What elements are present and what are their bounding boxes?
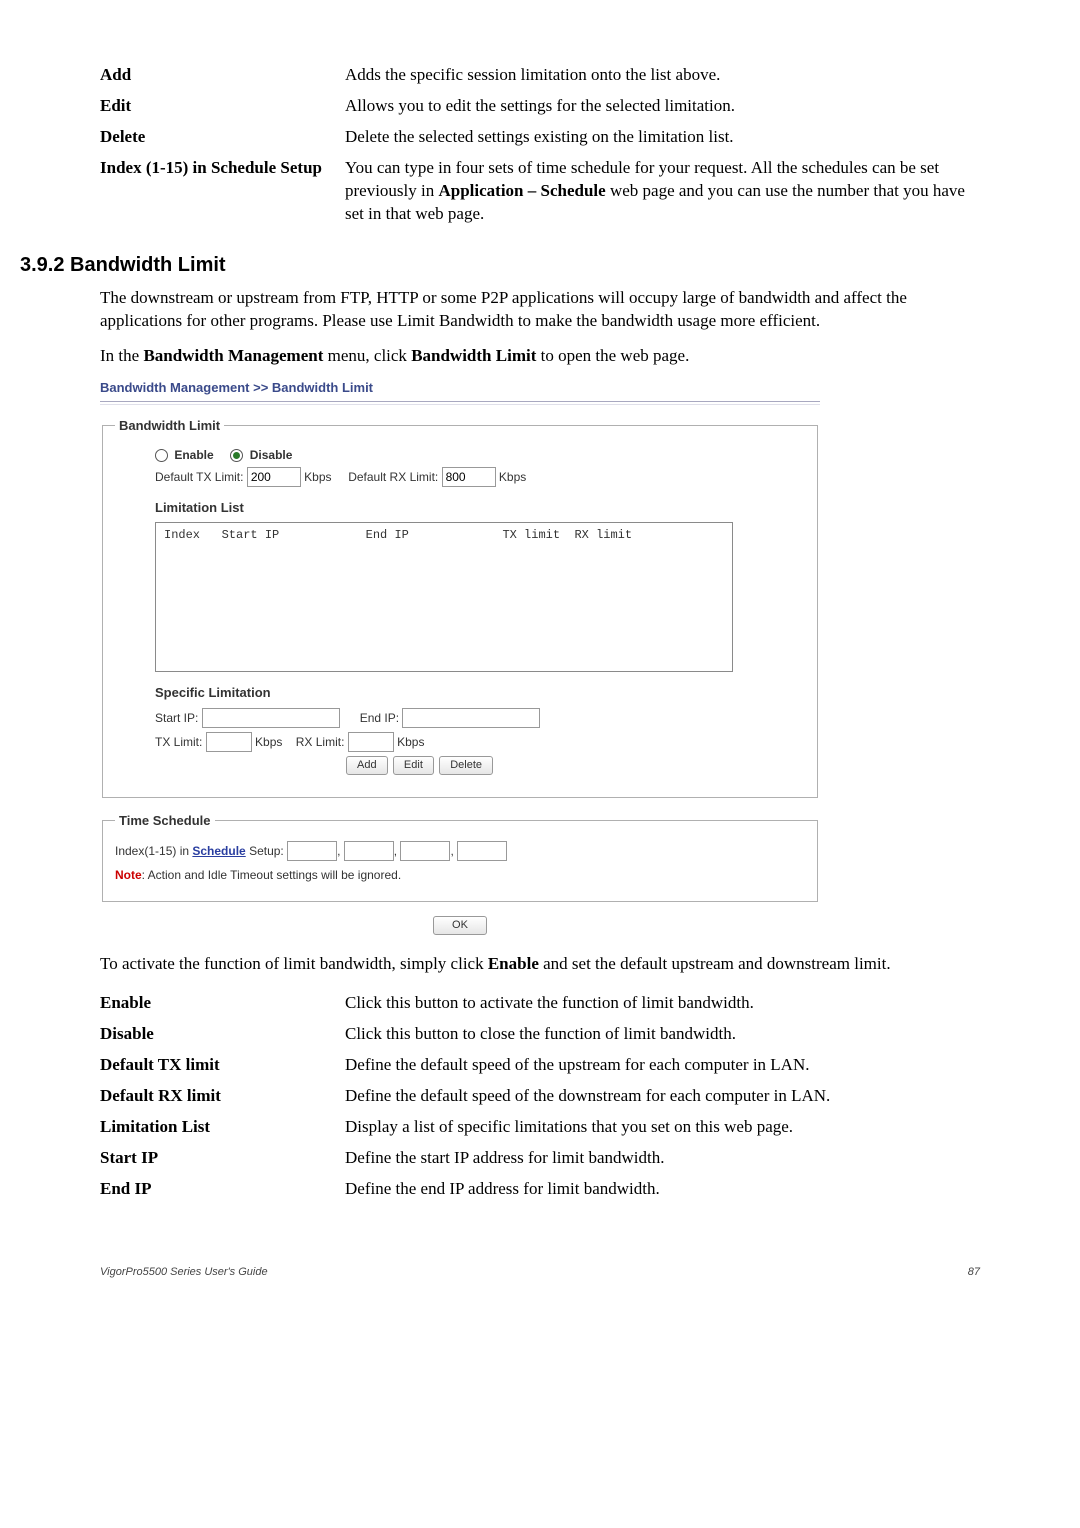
label-enable: Enable: [174, 448, 213, 462]
para-activate-a: To activate the function of limit bandwi…: [100, 954, 488, 973]
term-limitation-list: Limitation List: [100, 1112, 345, 1143]
para-activate-c: and set the default upstream and downstr…: [539, 954, 891, 973]
input-sched-3[interactable]: [400, 841, 450, 861]
input-tx-limit[interactable]: [206, 732, 252, 752]
legend-bandwidth-limit: Bandwidth Limit: [115, 417, 224, 435]
radio-disable[interactable]: [230, 449, 243, 462]
desc-default-tx: Define the default speed of the upstream…: [345, 1050, 980, 1081]
term-schedule: Index (1-15) in Schedule Setup: [100, 153, 345, 230]
para-open-a: In the: [100, 346, 143, 365]
row-enable-disable: Enable Disable: [155, 447, 805, 463]
term-start-ip: Start IP: [100, 1143, 345, 1174]
label-kbps-4: Kbps: [397, 735, 424, 749]
para-activate: To activate the function of limit bandwi…: [100, 953, 980, 976]
input-default-tx[interactable]: [247, 467, 301, 487]
desc-edit: Allows you to edit the settings for the …: [345, 91, 980, 122]
label-disable: Disable: [250, 448, 293, 462]
para-open-b: Bandwidth Management: [143, 346, 323, 365]
row-limits: TX Limit: Kbps RX Limit: Kbps: [155, 732, 805, 752]
para-open-c: menu, click: [323, 346, 411, 365]
para-activate-b: Enable: [488, 954, 539, 973]
note-label: Note: [115, 868, 142, 882]
term-add: Add: [100, 60, 345, 91]
input-sched-2[interactable]: [344, 841, 394, 861]
screenshot: Bandwidth Management >> Bandwidth Limit …: [100, 379, 820, 935]
label-kbps-3: Kbps: [255, 735, 282, 749]
desc-schedule: You can type in four sets of time schedu…: [345, 153, 980, 230]
footer: VigorPro5500 Series User's Guide 87: [100, 1265, 980, 1280]
label-sched-a: Index(1-15) in: [115, 844, 192, 858]
label-default-rx: Default RX Limit:: [348, 470, 438, 484]
term-delete: Delete: [100, 122, 345, 153]
desc-disable: Click this button to close the function …: [345, 1019, 980, 1050]
label-end-ip: End IP:: [360, 711, 399, 725]
para-open-d: Bandwidth Limit: [411, 346, 536, 365]
row-defaults: Default TX Limit: Kbps Default RX Limit:…: [155, 467, 805, 487]
row-ip: Start IP: End IP:: [155, 708, 805, 728]
label-tx-limit: TX Limit:: [155, 735, 202, 749]
scr-divider: [100, 401, 820, 405]
desc-limitation-list: Display a list of specific limitations t…: [345, 1112, 980, 1143]
input-rx-limit[interactable]: [348, 732, 394, 752]
desc-end-ip: Define the end IP address for limit band…: [345, 1174, 980, 1205]
label-limitation-list: Limitation List: [155, 499, 805, 517]
add-button[interactable]: Add: [346, 756, 388, 775]
desc-add: Adds the specific session limitation ont…: [345, 60, 980, 91]
schedule-link[interactable]: Schedule: [192, 844, 245, 858]
input-start-ip[interactable]: [202, 708, 340, 728]
label-kbps-2: Kbps: [499, 470, 526, 484]
term-edit: Edit: [100, 91, 345, 122]
footer-right: 87: [968, 1265, 980, 1280]
footer-left: VigorPro5500 Series User's Guide: [100, 1265, 268, 1280]
term-disable: Disable: [100, 1019, 345, 1050]
desc-default-rx: Define the default speed of the downstre…: [345, 1081, 980, 1112]
desc-enable: Click this button to activate the functi…: [345, 988, 980, 1019]
input-default-rx[interactable]: [442, 467, 496, 487]
input-sched-1[interactable]: [287, 841, 337, 861]
label-sched-b: Setup:: [246, 844, 284, 858]
edit-button[interactable]: Edit: [393, 756, 434, 775]
para-intro: The downstream or upstream from FTP, HTT…: [100, 287, 980, 333]
fieldset-bandwidth-limit: Bandwidth Limit Enable Disable Default T…: [102, 417, 818, 798]
row-schedule: Index(1-15) in Schedule Setup: , , ,: [115, 841, 805, 861]
label-start-ip: Start IP:: [155, 711, 198, 725]
scr-title: Bandwidth Management >> Bandwidth Limit: [100, 379, 820, 397]
label-rx-limit: RX Limit:: [296, 735, 345, 749]
ok-button[interactable]: OK: [433, 916, 487, 935]
radio-enable[interactable]: [155, 449, 168, 462]
label-kbps-1: Kbps: [304, 470, 331, 484]
input-end-ip[interactable]: [402, 708, 540, 728]
delete-button[interactable]: Delete: [439, 756, 493, 775]
term-enable: Enable: [100, 988, 345, 1019]
desc-start-ip: Define the start IP address for limit ba…: [345, 1143, 980, 1174]
note-text: : Action and Idle Timeout settings will …: [142, 868, 401, 882]
fieldset-time-schedule: Time Schedule Index(1-15) in Schedule Se…: [102, 812, 818, 903]
legend-time-schedule: Time Schedule: [115, 812, 215, 830]
term-default-tx: Default TX limit: [100, 1050, 345, 1081]
note-line: Note: Action and Idle Timeout settings w…: [115, 867, 805, 883]
input-sched-4[interactable]: [457, 841, 507, 861]
term-default-rx: Default RX limit: [100, 1081, 345, 1112]
desc-schedule-bold: Application – Schedule: [439, 181, 606, 200]
para-open-e: to open the web page.: [536, 346, 689, 365]
para-open: In the Bandwidth Management menu, click …: [100, 345, 980, 368]
label-specific-limitation: Specific Limitation: [155, 684, 805, 702]
row-buttons: Add Edit Delete: [345, 756, 805, 775]
term-end-ip: End IP: [100, 1174, 345, 1205]
section-heading: 3.9.2 Bandwidth Limit: [20, 252, 980, 279]
desc-delete: Delete the selected settings existing on…: [345, 122, 980, 153]
listbox-limitation[interactable]: Index Start IP End IP TX limit RX limit: [155, 522, 733, 672]
label-default-tx: Default TX Limit:: [155, 470, 243, 484]
